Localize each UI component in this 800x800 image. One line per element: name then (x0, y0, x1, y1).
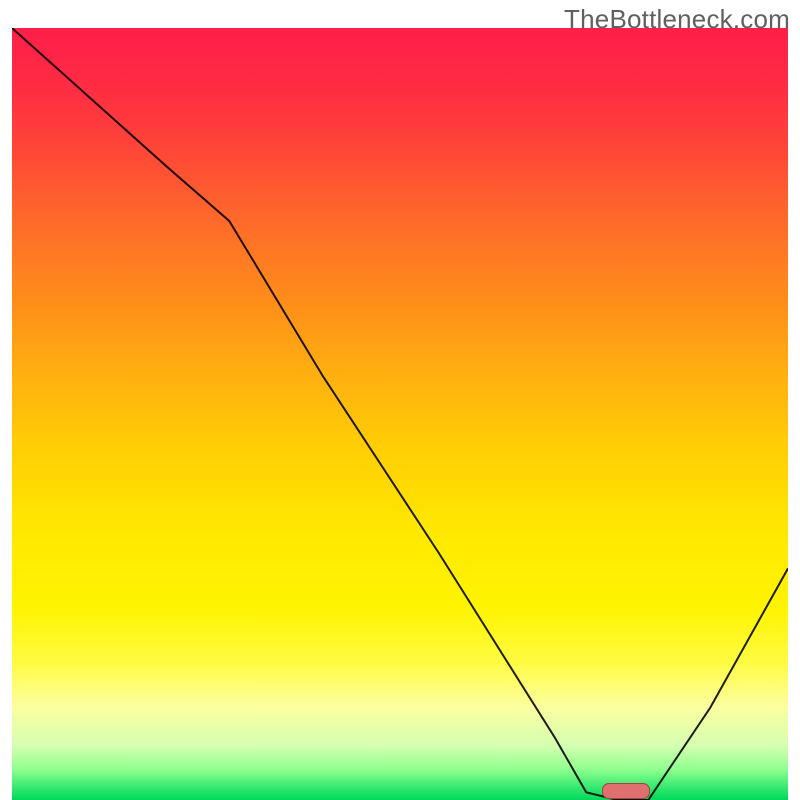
optimal-range-marker (602, 783, 651, 799)
gradient-background (12, 28, 788, 800)
chart-canvas: TheBottleneck.com (0, 0, 800, 800)
bottleneck-chart (12, 28, 788, 800)
